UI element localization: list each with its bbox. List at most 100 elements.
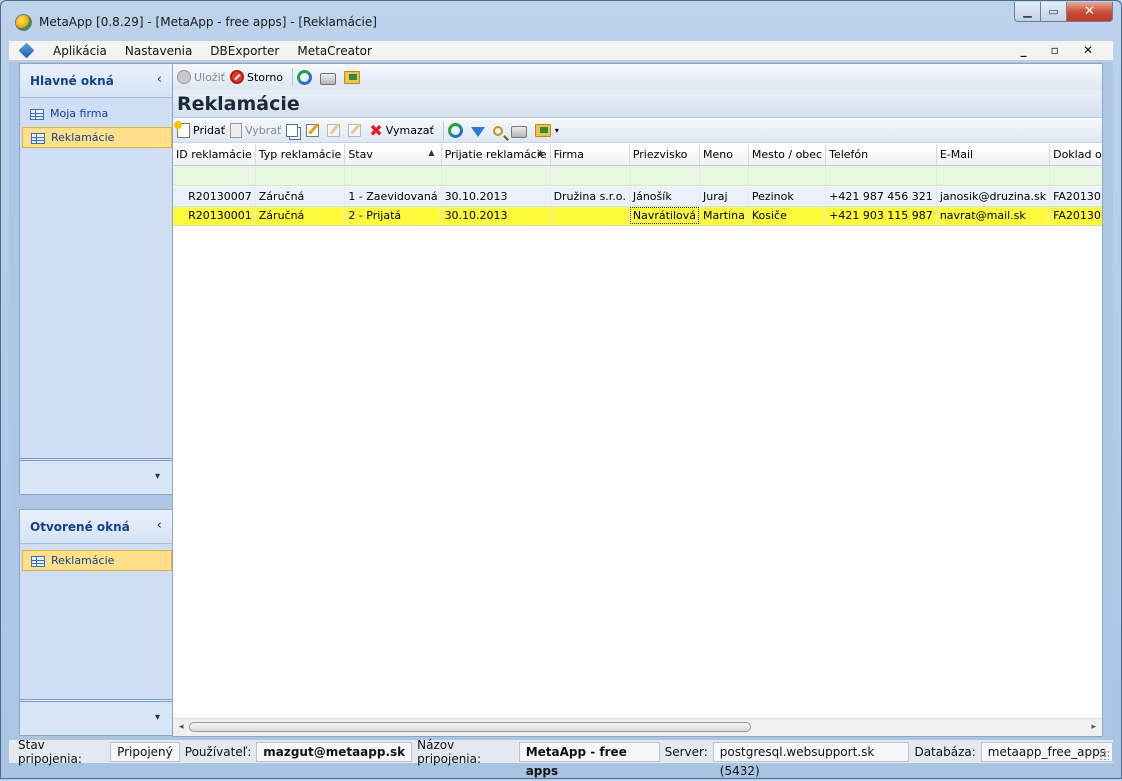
cell-telefon[interactable]: +421 987 456 321 [825, 187, 937, 207]
sidebar-item-reklamacie[interactable]: Reklamácie [22, 127, 172, 148]
refresh-button[interactable] [297, 69, 315, 85]
cell-mesto[interactable]: Pezinok [748, 187, 827, 207]
cell-mesto[interactable]: Kosiče [748, 206, 827, 226]
edit-disabled-button[interactable] [327, 124, 343, 137]
cell-firma[interactable] [550, 206, 630, 226]
print-grid-button[interactable] [510, 123, 530, 138]
open-windows-header[interactable]: Otvorené okná ‹ [20, 510, 174, 544]
filter-cell[interactable] [441, 165, 551, 186]
filter-cell[interactable] [629, 165, 701, 186]
edit-button[interactable] [306, 124, 322, 137]
add-button[interactable]: Pridať [174, 121, 225, 138]
filter-cell[interactable] [255, 165, 346, 186]
filter-cell[interactable] [748, 165, 827, 186]
cell-doklad[interactable]: FA20130 [1049, 187, 1102, 207]
scrollbar-thumb[interactable] [189, 722, 751, 732]
col-header-firma[interactable]: Firma [550, 144, 630, 166]
close-button[interactable]: ✕ [1067, 2, 1113, 22]
cell-stav[interactable]: 1 - Zaevidovaná [344, 187, 442, 207]
open-window-item-reklamacie[interactable]: Reklamácie [22, 550, 172, 571]
table-row-selected[interactable]: R20130001 Záručná 2 - Prijatá 30.10.2013… [173, 206, 1102, 226]
main-windows-header[interactable]: Hlavné okná ‹ [20, 64, 174, 98]
save-button[interactable]: Uložiť [177, 70, 225, 84]
col-header-prijatie[interactable]: Prijatie reklamácie ▲ [441, 144, 551, 166]
chevron-down-icon[interactable]: ▾ [155, 712, 160, 723]
delete-icon: ✖ [369, 120, 383, 140]
menu-metacreator[interactable]: MetaCreator [288, 44, 381, 58]
minimize-button[interactable]: ▁ [1014, 2, 1041, 22]
sidebar-item-moja-firma[interactable]: Moja firma [22, 104, 172, 125]
delete-button[interactable]: ✖ Vymazať [369, 120, 433, 140]
filter-cell[interactable] [699, 165, 749, 186]
cell-id[interactable]: R20130001 [173, 206, 256, 226]
stop-icon [229, 70, 244, 84]
cell-prijatie[interactable]: 30.10.2013 [441, 187, 551, 207]
cell-prijatie[interactable]: 30.10.2013 [441, 206, 551, 226]
maximize-button[interactable]: ▭ [1041, 2, 1067, 22]
scroll-right-icon[interactable]: ▸ [1091, 722, 1096, 732]
col-header-typ[interactable]: Typ reklamácie [255, 144, 346, 166]
col-header-telefon[interactable]: Telefón [825, 144, 937, 166]
cell-priezvisko-focused[interactable]: Navrátilová [629, 206, 701, 226]
filter-cell[interactable] [825, 165, 937, 186]
col-header-stav[interactable]: Stav ▲ [344, 144, 442, 166]
collapse-chevron-icon[interactable]: ‹ [157, 72, 162, 87]
filter-cell[interactable] [550, 165, 630, 186]
menu-aplikacia[interactable]: Aplikácia [44, 44, 116, 58]
mdi-window-controls[interactable]: _ ▫ ✕ [1020, 43, 1103, 57]
connection-state-value: Pripojený [110, 741, 180, 762]
filter-cell[interactable] [1049, 165, 1102, 186]
print-button[interactable] [320, 70, 339, 85]
copy-button[interactable] [286, 124, 301, 137]
cell-stav[interactable]: 2 - Prijatá [344, 206, 442, 226]
main-windows-footer[interactable]: ▾ [20, 458, 174, 494]
refresh-icon [297, 69, 313, 85]
filter-row[interactable] [173, 165, 1102, 186]
cancel-button[interactable]: Storno [229, 70, 283, 84]
app-cube-icon[interactable] [18, 42, 35, 59]
col-header-priezvisko[interactable]: Priezvisko [629, 144, 701, 166]
dropdown-arrow-icon[interactable]: ▾ [555, 126, 559, 135]
col-header-doklad[interactable]: Doklad o [1049, 144, 1102, 166]
col-header-mesto[interactable]: Mesto / obec [748, 144, 827, 166]
col-header-id[interactable]: ID reklamácie [173, 144, 256, 166]
open-windows-footer[interactable]: ▾ [20, 699, 174, 735]
cell-meno[interactable]: Juraj [699, 187, 749, 207]
horizontal-scrollbar[interactable]: ◂ ▸ [173, 718, 1102, 736]
search-button[interactable] [492, 125, 506, 136]
menu-dbexporter[interactable]: DBExporter [201, 44, 288, 58]
cell-doklad[interactable]: FA20130 [1049, 206, 1102, 226]
cell-email[interactable]: janosik@druzina.sk [936, 187, 1051, 207]
cell-email[interactable]: navrat@mail.sk [936, 206, 1051, 226]
scroll-left-icon[interactable]: ◂ [179, 722, 184, 732]
cell-typ[interactable]: Záručná [255, 206, 346, 226]
select-button[interactable]: Vybrať [230, 123, 281, 138]
server-value: postgresql.websupport.sk (5432) [712, 741, 910, 778]
table-row[interactable]: R20130007 Záručná 1 - Zaevidovaná 30.10.… [173, 187, 1102, 207]
col-header-stav-label: Stav [348, 147, 373, 161]
refresh-grid-button[interactable] [447, 123, 466, 138]
filter-button[interactable] [470, 125, 488, 137]
col-header-meno[interactable]: Meno [699, 144, 749, 166]
filter-cell[interactable] [173, 165, 256, 186]
export-button[interactable] [344, 70, 363, 84]
cell-typ[interactable]: Záručná [255, 187, 346, 207]
window-title: MetaApp [0.8.29] - [MetaApp - free apps]… [39, 15, 377, 29]
filter-cell[interactable] [936, 165, 1051, 186]
cell-firma[interactable]: Družina s.r.o. [550, 187, 630, 207]
resize-grip-icon[interactable] [1099, 750, 1109, 760]
edit-alt-disabled-button[interactable] [348, 124, 364, 137]
col-header-email[interactable]: E-Mail [936, 144, 1051, 166]
cell-meno[interactable]: Martina [699, 206, 749, 226]
sidebar: Hlavné okná ‹ Moja firma Reklamácie ▾ Ot… [19, 63, 175, 738]
filter-cell[interactable] [344, 165, 442, 186]
export-grid-button[interactable]: ▾ [534, 124, 559, 137]
collapse-chevron-icon[interactable]: ‹ [157, 518, 162, 533]
title-bar[interactable]: MetaApp [0.8.29] - [MetaApp - free apps]… [1, 1, 1121, 41]
cell-telefon[interactable]: +421 903 115 987 [825, 206, 937, 226]
chevron-down-icon[interactable]: ▾ [155, 471, 160, 482]
menu-nastavenia[interactable]: Nastavenia [116, 44, 201, 58]
filter-icon [470, 126, 485, 137]
cell-id[interactable]: R20130007 [173, 187, 256, 207]
cell-priezvisko[interactable]: Jánošík [629, 187, 701, 207]
